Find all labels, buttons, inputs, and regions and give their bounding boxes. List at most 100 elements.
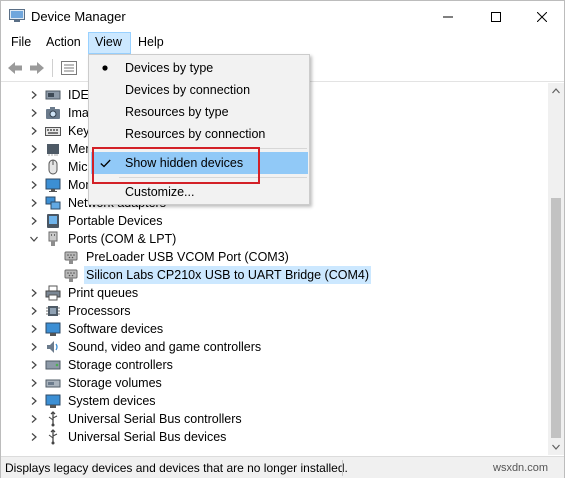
menu-file[interactable]: File <box>5 32 37 54</box>
tree-node-system-devices[interactable]: System devices <box>27 392 158 410</box>
bullet-icon <box>95 57 115 79</box>
tree-node-storage-volumes[interactable]: Storage volumes <box>27 374 164 392</box>
camera-icon <box>45 105 61 121</box>
tree-node-software-devices[interactable]: Software devices <box>27 320 165 338</box>
chevron-right-icon[interactable] <box>27 194 41 212</box>
status-separator <box>342 460 343 476</box>
port-device-icon <box>63 249 79 265</box>
toolbar-separator <box>52 59 53 77</box>
menu-item-devices-by-connection[interactable]: Devices by connection <box>91 79 308 101</box>
menu-item-resources-by-type[interactable]: Resources by type <box>91 101 308 123</box>
tree-label: Storage controllers <box>68 358 173 372</box>
vertical-scrollbar[interactable] <box>548 83 564 455</box>
menu-item-label: Resources by connection <box>125 127 266 141</box>
tree-node-sound[interactable]: Sound, video and game controllers <box>27 338 263 356</box>
tree-node-print-queues[interactable]: Print queues <box>27 284 140 302</box>
chevron-right-icon[interactable] <box>27 338 41 356</box>
tree-label: Storage volumes <box>68 376 162 390</box>
port-icon <box>45 231 61 247</box>
tree-label: Ports (COM & LPT) <box>68 232 177 246</box>
status-bar: Displays legacy devices and devices that… <box>1 456 564 478</box>
status-text: Displays legacy devices and devices that… <box>5 461 348 475</box>
maximize-button[interactable] <box>473 1 519 32</box>
chevron-right-icon[interactable] <box>27 392 41 410</box>
forward-arrow-icon[interactable] <box>27 59 47 77</box>
chevron-right-icon[interactable] <box>27 86 41 104</box>
ide-icon <box>45 87 61 103</box>
tree-label: Portable Devices <box>68 214 163 228</box>
scroll-down-icon[interactable] <box>548 439 564 455</box>
watermark: wsxdn.com <box>493 462 549 474</box>
tree-node-portable-devices[interactable]: Portable Devices <box>27 212 165 230</box>
chevron-right-icon[interactable] <box>27 122 41 140</box>
chevron-right-icon[interactable] <box>27 428 41 446</box>
close-button[interactable] <box>519 1 565 32</box>
menu-item-label: Resources by type <box>125 105 229 119</box>
tree-label: Sound, video and game controllers <box>68 340 262 354</box>
storage-volume-icon <box>45 375 61 391</box>
tree-node-mice[interactable]: Mice <box>27 158 96 176</box>
tree-label: Universal Serial Bus controllers <box>68 412 242 426</box>
minimize-button[interactable] <box>425 1 471 32</box>
window-title: Device Manager <box>31 9 126 24</box>
tree-node-usb-controllers[interactable]: Universal Serial Bus controllers <box>27 410 244 428</box>
menu-item-label: Devices by type <box>125 61 214 75</box>
scrollbar-thumb[interactable] <box>551 198 561 438</box>
tree-label: Processors <box>68 304 131 318</box>
usb-icon <box>45 429 61 445</box>
chevron-right-icon[interactable] <box>27 284 41 302</box>
system-device-icon <box>45 393 61 409</box>
monitor-icon <box>45 177 61 193</box>
chevron-right-icon[interactable] <box>27 104 41 122</box>
device-manager-window: Device Manager File Action View Help IDE… <box>0 0 565 478</box>
portable-device-icon <box>45 213 61 229</box>
tree-label: Print queues <box>68 286 139 300</box>
storage-controller-icon <box>45 357 61 373</box>
tree-node-silicon-labs-port[interactable]: Silicon Labs CP210x USB to UART Bridge (… <box>45 266 371 284</box>
tree-node-preloader-port[interactable]: PreLoader USB VCOM Port (COM3) <box>45 248 291 266</box>
chevron-right-icon[interactable] <box>27 176 41 194</box>
port-device-icon <box>63 267 79 283</box>
tree-label: Silicon Labs CP210x USB to UART Bridge (… <box>84 266 371 284</box>
tree-label: Universal Serial Bus devices <box>68 430 227 444</box>
menu-item-label: Devices by connection <box>125 83 251 97</box>
tree-label: System devices <box>68 394 156 408</box>
processor-icon <box>45 303 61 319</box>
tree-label: Software devices <box>68 322 164 336</box>
back-arrow-icon[interactable] <box>5 59 25 77</box>
menu-bar: File Action View Help <box>1 32 564 54</box>
menu-action[interactable]: Action <box>40 32 87 54</box>
software-device-icon <box>45 321 61 337</box>
chevron-right-icon[interactable] <box>27 320 41 338</box>
menu-item-label: Customize... <box>125 185 195 199</box>
menu-item-customize[interactable]: Customize... <box>91 181 308 203</box>
menu-view[interactable]: View <box>88 32 131 54</box>
chevron-right-icon[interactable] <box>27 140 41 158</box>
menu-help[interactable]: Help <box>132 32 170 54</box>
tree-node-ports[interactable]: Ports (COM & LPT) <box>27 230 178 248</box>
keyboard-icon <box>45 123 61 139</box>
printer-icon <box>45 285 61 301</box>
sound-icon <box>45 339 61 355</box>
annotation-highlight-box <box>92 147 260 184</box>
menu-item-resources-by-connection[interactable]: Resources by connection <box>91 123 308 145</box>
chevron-right-icon[interactable] <box>27 212 41 230</box>
tree-node-processors[interactable]: Processors <box>27 302 133 320</box>
tree-node-storage-controllers[interactable]: Storage controllers <box>27 356 175 374</box>
memory-icon <box>45 141 61 157</box>
properties-icon[interactable] <box>59 59 79 77</box>
chevron-right-icon[interactable] <box>27 356 41 374</box>
chevron-right-icon[interactable] <box>27 302 41 320</box>
chevron-right-icon[interactable] <box>27 374 41 392</box>
device-manager-icon <box>9 9 25 23</box>
tree-node-monitors[interactable]: Mon <box>27 176 94 194</box>
scroll-up-icon[interactable] <box>548 83 564 99</box>
tree-node-usb-devices[interactable]: Universal Serial Bus devices <box>27 428 228 446</box>
chevron-right-icon[interactable] <box>27 410 41 428</box>
chevron-right-icon[interactable] <box>27 158 41 176</box>
chevron-down-icon[interactable] <box>27 230 41 248</box>
network-icon <box>45 195 61 211</box>
menu-item-devices-by-type[interactable]: Devices by type <box>91 57 308 79</box>
